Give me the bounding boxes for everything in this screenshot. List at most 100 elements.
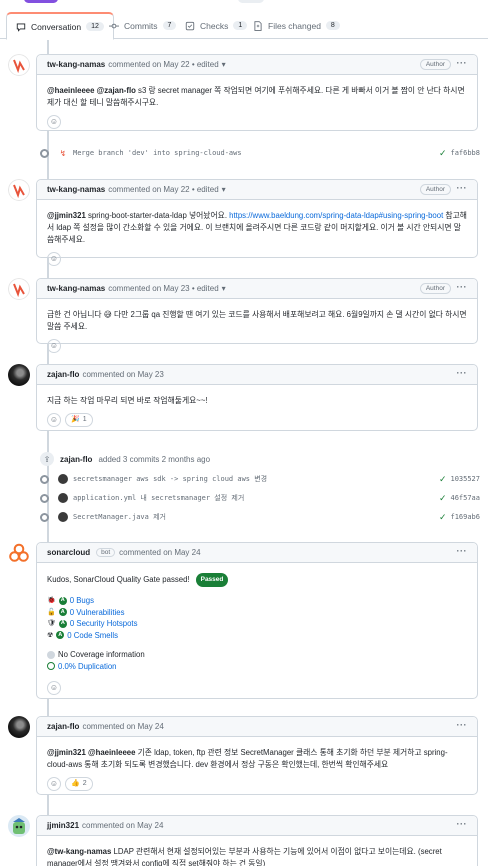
- user-logo-icon: [8, 54, 30, 76]
- chevron-down-icon[interactable]: ▾: [222, 284, 226, 293]
- tab-commits[interactable]: Commits 7: [100, 12, 185, 39]
- comment-author[interactable]: tw-kang-namas: [47, 185, 105, 194]
- comment-card: tw-kang-namas commented on May 22 • edit…: [36, 54, 478, 131]
- reaction-pill[interactable]: 🎉 1: [65, 413, 93, 427]
- commit-sha[interactable]: faf6bb8: [450, 149, 480, 157]
- comment-body: @jjmin321 spring-boot-starter-data-ldap …: [37, 200, 477, 274]
- comment-meta[interactable]: commented on May 23 • edited: [108, 284, 218, 293]
- author-badge: Author: [419, 283, 451, 294]
- comment-author[interactable]: zajan-flo: [47, 722, 79, 731]
- reaction-count: 1: [82, 416, 87, 423]
- metric-link[interactable]: 0 Bugs: [70, 595, 94, 607]
- tab-files-changed[interactable]: Files changed 8: [244, 12, 349, 39]
- comment-header: sonarcloud bot commented on May 24 ···: [37, 543, 477, 563]
- commit-sha[interactable]: f169ab6: [450, 513, 480, 521]
- check-icon[interactable]: ✓: [439, 474, 447, 485]
- more-options-icon[interactable]: ···: [457, 720, 468, 730]
- metric-link[interactable]: 0 Code Smells: [67, 630, 118, 642]
- check-icon[interactable]: ✓: [439, 512, 447, 523]
- timeline-commit: ↯ Merge branch 'dev' into spring-cloud-a…: [40, 145, 480, 161]
- reference-link[interactable]: https://www.baeldung.com/spring-data-lda…: [229, 211, 443, 220]
- comment-author[interactable]: jjmin321: [47, 821, 79, 830]
- commit-sha[interactable]: 1035527: [450, 475, 480, 483]
- code-smell-icon: ☢: [47, 631, 54, 639]
- metric-link[interactable]: 0 Vulnerabilities: [70, 607, 125, 619]
- more-options-icon[interactable]: ···: [457, 58, 468, 68]
- grade-badge[interactable]: A: [58, 596, 67, 605]
- metric-link[interactable]: 0 Security Hotspots: [70, 618, 138, 630]
- more-options-icon[interactable]: ···: [457, 819, 468, 829]
- comment-meta[interactable]: commented on May 24: [119, 548, 200, 557]
- bot-badge: bot: [96, 548, 116, 557]
- commit-sha[interactable]: 46f57aa: [450, 494, 480, 502]
- comment-author[interactable]: tw-kang-namas: [47, 284, 105, 293]
- shield-icon: 🛡: [47, 620, 56, 627]
- comment-author[interactable]: sonarcloud: [47, 548, 90, 557]
- grade-badge[interactable]: A: [58, 619, 67, 628]
- tab-label: Files changed: [268, 20, 321, 31]
- avatar[interactable]: [8, 179, 30, 201]
- avatar[interactable]: [8, 278, 30, 300]
- commit-message[interactable]: SecretManager.java 제거: [73, 512, 439, 522]
- comment-meta[interactable]: commented on May 22 • edited: [108, 60, 218, 69]
- more-options-icon[interactable]: ···: [457, 368, 468, 378]
- comment-text: 급한 건 아닙니다 😅 다만 2그룹 qa 진행할 땐 여기 있는 코드를 사용…: [47, 310, 467, 331]
- quality-gate-headline: Kudos, SonarCloud Quality Gate passed!: [47, 575, 190, 584]
- event-author[interactable]: zajan-flo: [60, 455, 92, 464]
- add-reaction-button[interactable]: ☺: [47, 115, 61, 129]
- list-item: 🐞 A 0 Bugs: [47, 595, 467, 607]
- commit-dot-icon: [40, 493, 49, 503]
- add-reaction-button[interactable]: ☺: [47, 339, 61, 353]
- comment-meta[interactable]: commented on May 24: [82, 722, 163, 731]
- commit-dot-icon: [40, 148, 49, 158]
- timeline-commit: application.yml 내 secretsmanager 설정 제거 ✓…: [40, 490, 480, 506]
- tab-label: Commits: [124, 20, 158, 31]
- list-item: ☢ A 0 Code Smells: [47, 630, 467, 642]
- comment-author[interactable]: zajan-flo: [47, 370, 79, 379]
- add-reaction-button[interactable]: ☺: [47, 413, 61, 427]
- commit-message[interactable]: Merge branch 'dev' into spring-cloud-aws: [73, 149, 439, 157]
- check-icon[interactable]: ✓: [439, 148, 447, 159]
- avatar[interactable]: [8, 815, 30, 837]
- comment-meta[interactable]: commented on May 24: [82, 821, 163, 830]
- avatar[interactable]: [8, 364, 30, 386]
- avatar[interactable]: [8, 54, 30, 76]
- comment-text: 지금 하는 작업 마무리 되면 바로 작업해둘게요~~!: [47, 396, 208, 405]
- more-options-icon[interactable]: ···: [457, 282, 468, 292]
- avatar[interactable]: [58, 512, 68, 522]
- avatar[interactable]: [8, 542, 30, 564]
- add-reaction-button[interactable]: ☺: [47, 252, 61, 266]
- commit-dot-icon: [40, 474, 49, 484]
- grade-badge[interactable]: A: [58, 608, 67, 617]
- reaction-pill[interactable]: 👍 2: [65, 777, 93, 791]
- commit-message[interactable]: secretsmanager aws sdk -> spring cloud a…: [73, 474, 439, 484]
- mention[interactable]: @jjmin321: [47, 211, 86, 220]
- check-icon[interactable]: ✓: [439, 493, 447, 504]
- comment-author[interactable]: tw-kang-namas: [47, 60, 105, 69]
- more-options-icon[interactable]: ···: [457, 546, 468, 556]
- mention[interactable]: @jjmin321 @haeinleeee: [47, 748, 135, 757]
- commit-message[interactable]: application.yml 내 secretsmanager 설정 제거: [73, 493, 439, 503]
- more-options-icon[interactable]: ···: [457, 183, 468, 193]
- comment-meta[interactable]: commented on May 23: [82, 370, 163, 379]
- add-reaction-button[interactable]: ☺: [47, 681, 61, 695]
- comment-meta[interactable]: commented on May 22 • edited: [108, 185, 218, 194]
- mention[interactable]: @haeinleeee @zajan-flo: [47, 86, 136, 95]
- checklist-icon: [185, 21, 195, 30]
- tab-conversation[interactable]: Conversation 12: [6, 12, 114, 40]
- add-reaction-button[interactable]: ☺: [47, 777, 61, 791]
- grade-badge[interactable]: A: [56, 631, 65, 640]
- chevron-down-icon[interactable]: ▾: [222, 60, 226, 69]
- comment-icon: [16, 22, 26, 32]
- avatar[interactable]: [58, 474, 68, 484]
- mention[interactable]: @tw-kang-namas: [47, 847, 111, 856]
- duplication-link[interactable]: 0.0% Duplication: [58, 661, 117, 673]
- avatar[interactable]: [8, 716, 30, 738]
- list-item: 🛡 A 0 Security Hotspots: [47, 618, 467, 630]
- avatar[interactable]: ↯: [58, 148, 68, 158]
- quality-gate-status[interactable]: Passed: [195, 573, 229, 587]
- coverage-list: No Coverage information 0.0% Duplication: [47, 649, 467, 672]
- avatar[interactable]: [58, 493, 68, 503]
- chevron-down-icon[interactable]: ▾: [222, 185, 226, 194]
- list-item: No Coverage information: [47, 649, 467, 661]
